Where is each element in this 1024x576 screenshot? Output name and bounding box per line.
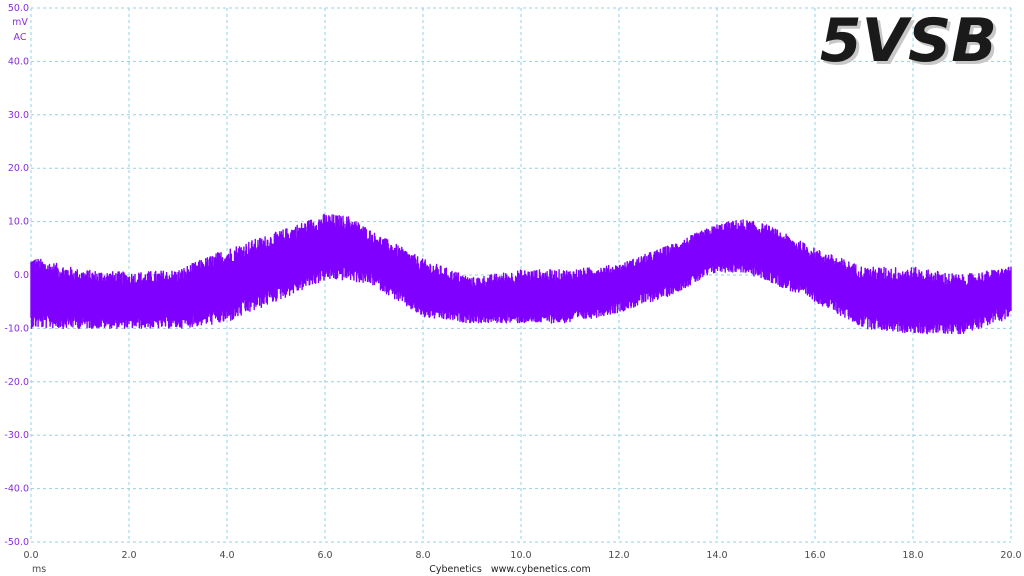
- y-tick-label: -20.0: [4, 377, 29, 388]
- x-tick-label: 18.0: [902, 550, 923, 561]
- y-axis-unit: mV: [12, 17, 28, 28]
- y-tick-label: -40.0: [4, 484, 29, 495]
- credit-text: Cybenetics www.cybenetics.com: [429, 564, 590, 575]
- y-tick-label: -30.0: [4, 430, 29, 441]
- y-tick-label: 50.0: [8, 3, 29, 14]
- x-axis-ticks: 0.0 2.0 4.0 6.0 8.0 10.0 12.0 14.0 16.0 18.0 20.0: [23, 550, 1021, 561]
- oscilloscope-chart: 50.0 40.0 30.0 20.0 10.0 0.0 -10.0 -20.0 -30.0 -4…: [4, 3, 1021, 575]
- x-tick-label: 6.0: [317, 550, 332, 561]
- x-tick-label: 4.0: [219, 550, 234, 561]
- y-tick-label: -10.0: [4, 323, 29, 334]
- x-tick-label: 14.0: [706, 550, 727, 561]
- y-tick-label: -50.0: [4, 537, 29, 548]
- y-axis-coupling: AC: [14, 32, 27, 43]
- x-tick-label: 8.0: [415, 550, 430, 561]
- y-tick-label: 20.0: [8, 163, 29, 174]
- y-axis-ticks: 50.0 40.0 30.0 20.0 10.0 0.0 -10.0 -20.0 -30.0 -4…: [4, 3, 29, 548]
- x-tick-label: 16.0: [804, 550, 825, 561]
- x-tick-label: 0.0: [23, 550, 38, 561]
- x-tick-label: 2.0: [121, 550, 136, 561]
- x-tick-label: 10.0: [510, 550, 531, 561]
- y-tick-label: 40.0: [8, 56, 29, 67]
- x-tick-label: 20.0: [1000, 550, 1021, 561]
- y-tick-label: 0.0: [14, 270, 29, 281]
- y-tick-label: 10.0: [8, 217, 29, 228]
- x-axis-unit: ms: [32, 564, 46, 575]
- y-tick-label: 30.0: [8, 110, 29, 121]
- x-tick-label: 12.0: [608, 550, 629, 561]
- rail-badge: 5VSB: [820, 6, 997, 76]
